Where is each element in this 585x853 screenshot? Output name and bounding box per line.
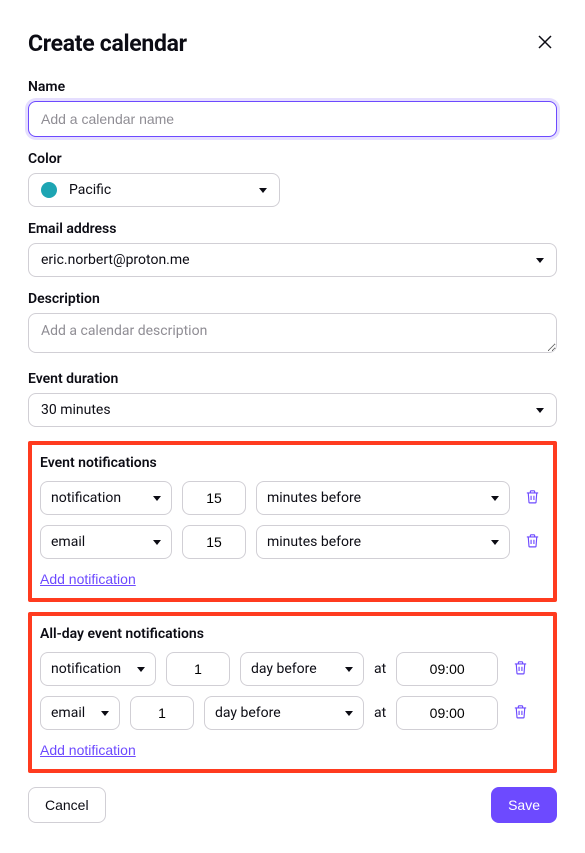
- chevron-down-icon: [491, 540, 499, 545]
- allday-time-input[interactable]: [396, 696, 498, 730]
- chevron-down-icon: [491, 496, 499, 501]
- trash-icon: [524, 532, 541, 549]
- color-dot-icon: [41, 182, 57, 198]
- color-value: Pacific: [69, 182, 111, 198]
- name-label: Name: [28, 79, 557, 95]
- page-title: Create calendar: [28, 30, 187, 57]
- notification-type-select[interactable]: notification: [40, 481, 172, 515]
- color-select[interactable]: Pacific: [28, 173, 280, 207]
- trash-icon: [512, 659, 529, 676]
- event-notifications-section: Event notifications notification minutes…: [28, 441, 557, 602]
- notification-type-value: email: [51, 534, 85, 550]
- allday-type-value: email: [51, 705, 85, 721]
- notification-row: notification day before at: [40, 652, 545, 686]
- name-input[interactable]: [28, 101, 557, 137]
- delete-notification-button[interactable]: [520, 528, 545, 556]
- chevron-down-icon: [345, 711, 353, 716]
- allday-type-select[interactable]: email: [40, 696, 120, 730]
- allday-amount-input[interactable]: [130, 696, 194, 730]
- close-icon: [537, 34, 553, 50]
- trash-icon: [524, 488, 541, 505]
- event-duration-value: 30 minutes: [41, 402, 111, 418]
- chevron-down-icon: [137, 667, 145, 672]
- chevron-down-icon: [536, 258, 544, 263]
- allday-amount-input[interactable]: [166, 652, 230, 686]
- notification-unit-select[interactable]: minutes before: [256, 481, 510, 515]
- notification-row: notification minutes before: [40, 481, 545, 515]
- chevron-down-icon: [345, 667, 353, 672]
- allday-unit-value: day before: [215, 705, 281, 721]
- notification-unit-select[interactable]: minutes before: [256, 525, 510, 559]
- allday-notifications-section: All-day event notifications notification…: [28, 612, 557, 773]
- allday-type-value: notification: [51, 661, 121, 677]
- trash-icon: [512, 703, 529, 720]
- event-duration-select[interactable]: 30 minutes: [28, 393, 557, 427]
- notification-unit-value: minutes before: [267, 534, 361, 550]
- delete-notification-button[interactable]: [508, 699, 533, 727]
- allday-unit-value: day before: [251, 661, 317, 677]
- allday-notifications-label: All-day event notifications: [40, 626, 545, 642]
- allday-unit-select[interactable]: day before: [240, 652, 364, 686]
- delete-notification-button[interactable]: [520, 484, 545, 512]
- allday-unit-select[interactable]: day before: [204, 696, 364, 730]
- event-notifications-label: Event notifications: [40, 455, 545, 471]
- notification-amount-input[interactable]: [182, 525, 246, 559]
- description-label: Description: [28, 291, 557, 307]
- notification-unit-value: minutes before: [267, 490, 361, 506]
- allday-type-select[interactable]: notification: [40, 652, 156, 686]
- event-duration-label: Event duration: [28, 371, 557, 387]
- notification-amount-input[interactable]: [182, 481, 246, 515]
- chevron-down-icon: [153, 540, 161, 545]
- notification-type-select[interactable]: email: [40, 525, 172, 559]
- chevron-down-icon: [153, 496, 161, 501]
- color-label: Color: [28, 151, 557, 167]
- email-label: Email address: [28, 221, 557, 237]
- delete-notification-button[interactable]: [508, 655, 533, 683]
- notification-row: email day before at: [40, 696, 545, 730]
- add-notification-button[interactable]: Add notification: [40, 571, 136, 587]
- at-label: at: [374, 705, 386, 721]
- at-label: at: [374, 661, 386, 677]
- description-input[interactable]: [28, 313, 557, 353]
- notification-type-value: notification: [51, 490, 121, 506]
- email-value: eric.norbert@proton.me: [41, 252, 190, 268]
- close-button[interactable]: [533, 30, 557, 57]
- save-button[interactable]: Save: [491, 787, 557, 823]
- chevron-down-icon: [259, 188, 267, 193]
- notification-row: email minutes before: [40, 525, 545, 559]
- chevron-down-icon: [536, 408, 544, 413]
- email-select[interactable]: eric.norbert@proton.me: [28, 243, 557, 277]
- chevron-down-icon: [101, 711, 109, 716]
- add-allday-notification-button[interactable]: Add notification: [40, 742, 136, 758]
- cancel-button[interactable]: Cancel: [28, 787, 106, 823]
- allday-time-input[interactable]: [396, 652, 498, 686]
